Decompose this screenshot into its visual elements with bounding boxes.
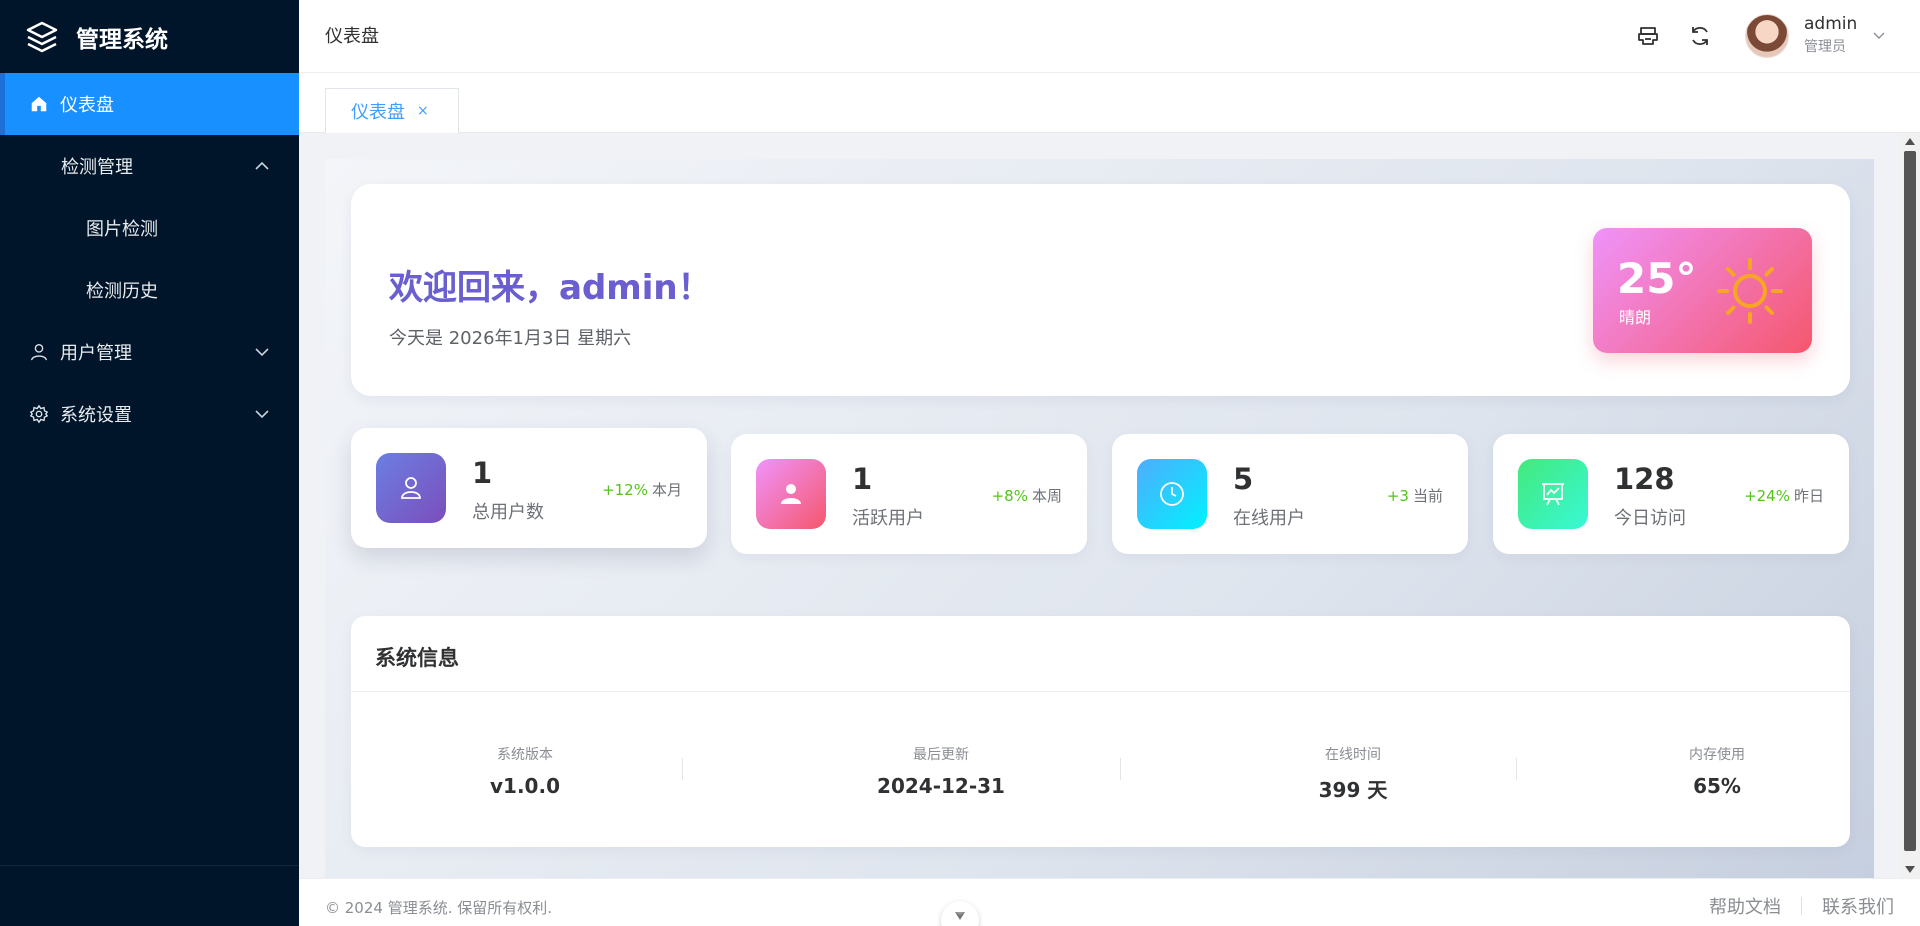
sidebar-item-label: 仪表盘 <box>60 95 114 116</box>
stat-trend: +12% 本月 <box>602 481 682 499</box>
info-last-update: 最后更新 2024-12-31 <box>836 744 1046 798</box>
contact-us-link[interactable]: 联系我们 <box>1822 893 1894 919</box>
clock-icon <box>1137 459 1207 529</box>
breadcrumb: 仪表盘 <box>325 26 379 47</box>
layers-icon <box>26 21 58 52</box>
stat-trend: +24% 昨日 <box>1744 487 1824 505</box>
stat-label: 在线用户 <box>1233 508 1305 529</box>
info-value: 65% <box>1693 774 1741 798</box>
sidebar: 管理系统 仪表盘 检测管理 图片检测 检测历史 用户管理 系统设置 <box>0 0 299 926</box>
stat-card-active-users[interactable]: 1 活跃用户 +8% 本周 <box>731 434 1087 554</box>
system-info-title: 系统信息 <box>375 646 459 670</box>
info-label: 在线时间 <box>1325 747 1381 763</box>
refresh-icon[interactable] <box>1687 23 1713 49</box>
weather-temperature: 25° <box>1617 254 1697 303</box>
info-value: 2024-12-31 <box>877 774 1005 798</box>
sidebar-item-label: 系统设置 <box>60 405 132 426</box>
sidebar-divider <box>0 865 299 866</box>
sidebar-item-dashboard[interactable]: 仪表盘 <box>0 73 299 135</box>
stat-label: 活跃用户 <box>852 508 924 529</box>
avatar[interactable] <box>1745 14 1789 58</box>
chevron-up-icon <box>255 161 269 170</box>
info-version: 系统版本 v1.0.0 <box>435 744 615 798</box>
sidebar-item-image-detect[interactable]: 图片检测 <box>0 197 299 259</box>
stat-value: 1 <box>472 456 493 490</box>
sidebar-item-detect-history[interactable]: 检测历史 <box>0 259 299 321</box>
info-uptime: 在线时间 399 天 <box>1263 744 1443 803</box>
sidebar-item-label: 检测历史 <box>86 281 158 302</box>
collapse-toggle-button[interactable] <box>941 901 979 926</box>
app-title: 管理系统 <box>76 26 168 53</box>
close-icon[interactable]: × <box>417 103 429 119</box>
sun-icon <box>1717 258 1783 324</box>
top-header: 仪表盘 admin 管理员 <box>299 0 1920 73</box>
logo[interactable]: 管理系统 <box>0 0 299 73</box>
info-label: 系统版本 <box>497 747 553 763</box>
info-label: 最后更新 <box>913 747 969 763</box>
weather-condition: 晴朗 <box>1619 308 1652 327</box>
weather-widget: 25° 晴朗 <box>1593 228 1812 353</box>
chevron-down-icon <box>255 410 269 419</box>
help-docs-link[interactable]: 帮助文档 <box>1709 893 1781 919</box>
footer: © 2024 管理系统. 保留所有权利. 帮助文档 联系我们 <box>299 878 1920 926</box>
chevron-down-icon <box>955 912 965 920</box>
sidebar-item-label: 检测管理 <box>61 157 133 178</box>
stat-card-total-users[interactable]: 1 总用户数 +12% 本月 <box>351 428 707 548</box>
stat-value: 128 <box>1614 462 1675 496</box>
info-label: 内存使用 <box>1689 747 1745 763</box>
stat-card-today-visits[interactable]: 128 今日访问 +24% 昨日 <box>1493 434 1849 554</box>
divider <box>351 691 1850 692</box>
user-icon <box>28 341 50 363</box>
user-name[interactable]: admin <box>1804 14 1857 34</box>
presentation-chart-icon <box>1518 459 1588 529</box>
footer-separator <box>1801 897 1802 915</box>
stat-value: 1 <box>852 462 873 496</box>
copyright: © 2024 管理系统. 保留所有权利. <box>325 899 553 917</box>
info-value: 399 天 <box>1318 778 1388 802</box>
stat-label: 总用户数 <box>472 502 544 523</box>
gear-icon <box>28 403 50 425</box>
welcome-date: 今天是 2026年1月3日 星期六 <box>389 328 632 349</box>
stat-value: 5 <box>1233 462 1254 496</box>
stat-card-online-users[interactable]: 5 在线用户 +3 当前 <box>1112 434 1468 554</box>
stat-label: 今日访问 <box>1614 508 1686 529</box>
tab-label: 仪表盘 <box>351 102 405 123</box>
scroll-down-arrow[interactable] <box>1905 866 1915 873</box>
sidebar-item-label: 用户管理 <box>60 343 132 364</box>
info-memory: 内存使用 65% <box>1627 744 1807 798</box>
user-outline-icon <box>376 453 446 523</box>
user-solid-icon <box>756 459 826 529</box>
tab-dashboard[interactable]: 仪表盘 × <box>325 88 459 133</box>
info-divider <box>1120 758 1121 780</box>
system-info-card: 系统信息 系统版本 v1.0.0 最后更新 2024-12-31 在线时间 39… <box>351 616 1850 847</box>
scroll-thumb[interactable] <box>1904 151 1916 851</box>
chevron-down-icon <box>255 348 269 357</box>
info-value: v1.0.0 <box>490 774 560 798</box>
info-divider <box>1516 758 1517 780</box>
stat-trend: +8% 本周 <box>991 487 1062 505</box>
scroll-up-arrow[interactable] <box>1905 138 1915 145</box>
sidebar-item-settings[interactable]: 系统设置 <box>0 383 299 445</box>
footer-links: 帮助文档 联系我们 <box>1709 893 1894 919</box>
sidebar-item-detection[interactable]: 检测管理 <box>0 135 299 197</box>
fullscreen-icon[interactable] <box>1635 23 1661 49</box>
sidebar-item-users[interactable]: 用户管理 <box>0 321 299 383</box>
welcome-title: 欢迎回来，admin！ <box>389 260 712 309</box>
tabs-bar: 仪表盘 × <box>299 74 1920 133</box>
stat-trend: +3 当前 <box>1386 487 1443 505</box>
chevron-down-icon[interactable] <box>1871 28 1887 44</box>
sidebar-item-label: 图片检测 <box>86 219 158 240</box>
scrollbar[interactable] <box>1900 133 1920 878</box>
user-role: 管理员 <box>1804 39 1846 55</box>
info-divider <box>682 758 683 780</box>
home-icon <box>28 93 50 115</box>
